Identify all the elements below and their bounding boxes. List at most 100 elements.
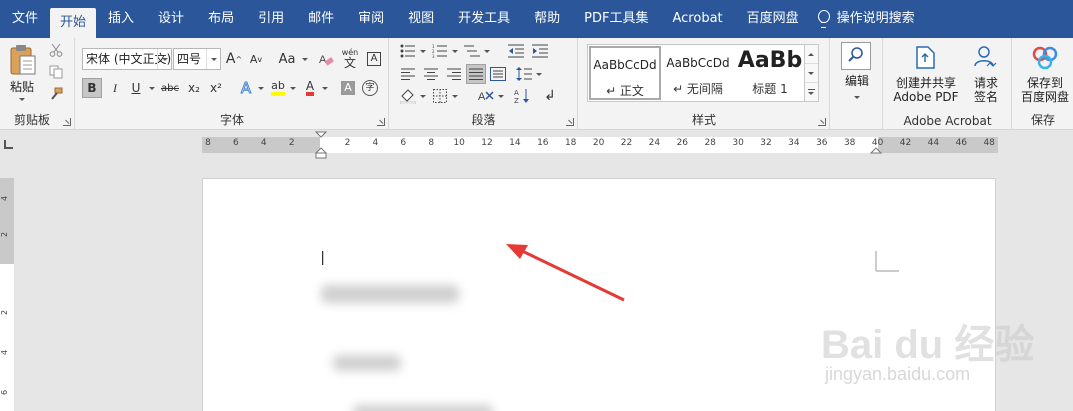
borders-button[interactable] [430, 86, 450, 106]
vertical-ruler[interactable]: 4 2 2 4 6 [0, 178, 14, 411]
chevron-down-icon [258, 87, 264, 90]
scroll-up-icon[interactable] [805, 45, 818, 64]
paste-button[interactable]: 粘贴 [4, 42, 40, 104]
scissors-icon [49, 43, 63, 57]
chevron-down-icon [19, 98, 25, 101]
tab-insert[interactable]: 插入 [96, 0, 146, 38]
tab-acrobat[interactable]: Acrobat [661, 0, 735, 38]
align-right-icon [447, 68, 461, 80]
change-case-button[interactable]: Aa [274, 49, 300, 69]
paint-bucket-icon [400, 89, 416, 104]
cut-button[interactable] [46, 40, 66, 60]
align-center-button[interactable] [421, 64, 441, 84]
underline-button[interactable]: U [126, 78, 146, 98]
italic-button[interactable]: I [105, 78, 125, 98]
subscript-button[interactable]: x₂ [184, 78, 204, 98]
tab-developer[interactable]: 开发工具 [446, 0, 522, 38]
underline-icon: U [131, 81, 141, 95]
dialog-launcher-icon[interactable] [566, 118, 574, 126]
ruler-number: 30 [732, 138, 744, 148]
font-name-select[interactable]: 宋体 (中文正文) [82, 48, 172, 70]
distributed-button[interactable] [488, 64, 508, 84]
format-painter-button[interactable] [46, 84, 66, 104]
text-effects-button[interactable]: A [236, 78, 256, 98]
dialog-launcher-icon[interactable] [818, 118, 826, 126]
svg-text:3: 3 [432, 54, 435, 58]
multilevel-list-button[interactable] [462, 41, 482, 61]
save-to-baidu-button[interactable]: 保存到 百度网盘 [1017, 42, 1073, 108]
tab-home[interactable]: 开始 [50, 8, 97, 38]
paintbrush-icon [51, 87, 63, 100]
character-border-button[interactable]: A [364, 49, 384, 69]
tab-help[interactable]: 帮助 [522, 0, 572, 38]
bold-button[interactable]: B [82, 78, 102, 98]
tab-view[interactable]: 视图 [396, 0, 446, 38]
phonetic-guide-button[interactable]: wén 文 [340, 46, 360, 70]
numbering-button[interactable]: 123 [430, 41, 450, 61]
shrink-font-button[interactable]: Av [246, 49, 266, 69]
font-color-button[interactable]: A [300, 78, 320, 98]
vruler-number: 6 [0, 389, 10, 396]
increase-indent-button[interactable] [530, 41, 550, 61]
copy-button[interactable] [46, 62, 66, 82]
highlight-button[interactable]: ab [268, 78, 288, 98]
font-size-select[interactable]: 四号 [173, 48, 221, 70]
strikethrough-button[interactable]: abc [158, 78, 182, 98]
save-to-label: 保存到 [1026, 76, 1063, 90]
style-heading-1[interactable]: AaBb 标题 1 [734, 46, 806, 100]
chinese-layout-icon: A [478, 91, 494, 103]
tell-me-search[interactable]: 操作说明搜索 [817, 0, 915, 38]
bullets-button[interactable] [398, 41, 418, 61]
paste-label: 粘贴 [9, 80, 34, 94]
tab-baidu-netdisk[interactable]: 百度网盘 [735, 0, 811, 38]
style-name: 标题 1 [752, 82, 788, 96]
first-line-indent-marker[interactable] [315, 131, 327, 159]
tab-layout[interactable]: 布局 [196, 0, 246, 38]
line-spacing-button[interactable] [514, 64, 534, 84]
text-cursor [322, 251, 323, 265]
create-share-pdf-button[interactable]: 创建并共享 Adobe PDF [890, 42, 962, 108]
highlighter-icon: ab [271, 80, 285, 96]
align-left-button[interactable] [398, 64, 418, 84]
ruler-number: 26 [676, 138, 689, 148]
request-signature-button[interactable]: 请求 签名 [966, 42, 1006, 108]
ruler-number: 8 [428, 138, 435, 148]
superscript-button[interactable]: x² [206, 78, 226, 98]
find-icon [841, 42, 871, 70]
tab-mailings[interactable]: 邮件 [296, 0, 346, 38]
tab-references[interactable]: 引用 [246, 0, 296, 38]
clear-formatting-button[interactable]: A [316, 49, 336, 69]
editing-button[interactable]: 编辑 [839, 40, 875, 106]
style-no-spacing[interactable]: AaBbCcDd ↵ 无间隔 [662, 46, 734, 100]
scroll-down-icon[interactable] [805, 64, 818, 83]
tab-design[interactable]: 设计 [146, 0, 196, 38]
styles-gallery-scroll[interactable] [805, 44, 819, 102]
tab-selector-icon[interactable] [4, 140, 13, 149]
chinese-layout-button[interactable]: A [476, 86, 496, 106]
style-normal[interactable]: AaBbCcDd ↵ 正文 [589, 46, 661, 100]
save-to-label-2: 百度网盘 [1020, 90, 1069, 104]
dialog-launcher-icon[interactable] [63, 118, 71, 126]
tab-file[interactable]: 文件 [0, 0, 50, 38]
chevron-down-icon [302, 58, 308, 61]
sort-button[interactable]: AZ [512, 86, 532, 106]
justify-button[interactable] [466, 64, 486, 84]
ruler-number: 6 [233, 138, 239, 148]
more-styles-icon[interactable] [805, 83, 818, 102]
align-right-button[interactable] [444, 64, 464, 84]
right-indent-marker[interactable] [870, 145, 882, 155]
character-shading-button[interactable]: A [338, 78, 358, 98]
bold-icon: B [87, 81, 97, 95]
tab-pdf-tools[interactable]: PDF工具集 [572, 0, 660, 38]
vruler-number: 4 [0, 195, 10, 202]
decrease-indent-button[interactable] [506, 41, 526, 61]
paragraph-mark-icon: ↲ [544, 88, 556, 104]
tab-review[interactable]: 审阅 [346, 0, 396, 38]
show-marks-button[interactable]: ↲ [540, 86, 560, 106]
enclose-characters-button[interactable]: 字 [360, 78, 380, 98]
save-group-label: 保存 [1030, 113, 1055, 127]
shading-button[interactable] [398, 86, 418, 106]
dialog-launcher-icon[interactable] [377, 118, 385, 126]
grow-font-button[interactable]: A ^ [224, 49, 244, 69]
style-name: ↵ 正文 [606, 84, 644, 98]
